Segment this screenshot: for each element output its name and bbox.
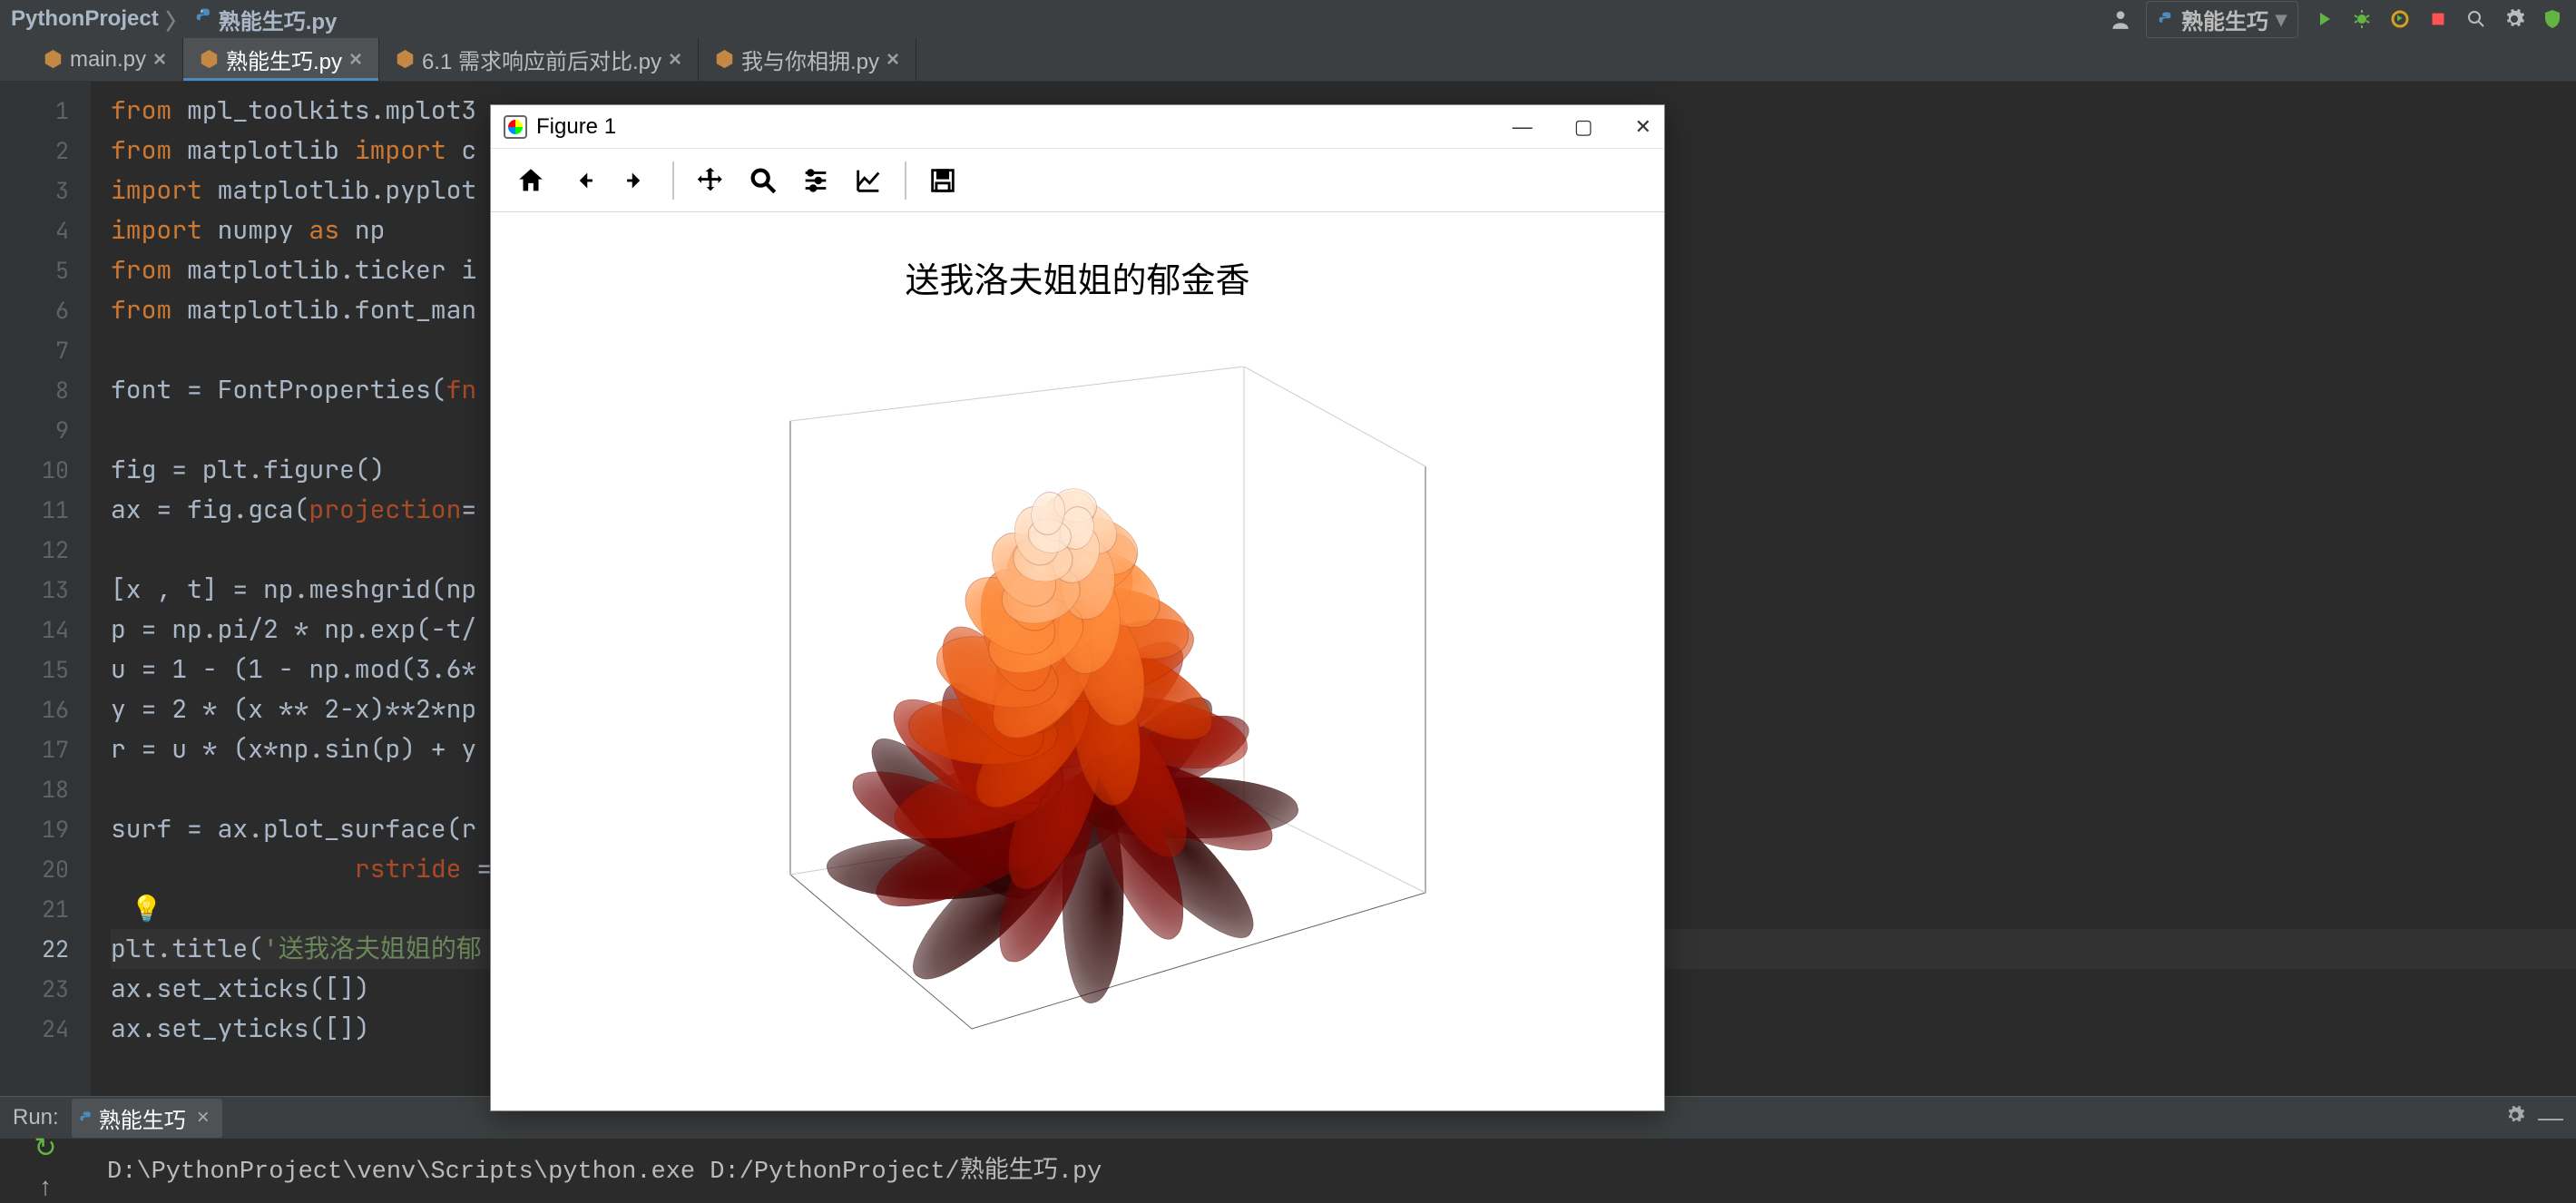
gear-icon[interactable] [2505,1105,2525,1131]
figure-window-title: Figure 1 [536,114,616,140]
tab-main[interactable]: ⬢ main.py × [27,38,183,81]
python-file-icon: ⬢ [44,46,63,73]
run-toolwindow-title: Run: [13,1105,59,1130]
forward-icon[interactable] [612,157,660,204]
tab-other[interactable]: ⬢ 我与你相拥.py × [699,38,916,81]
tab-compare[interactable]: ⬢ 6.1 需求响应前后对比.py × [379,38,699,81]
tab-current[interactable]: ⬢ 熟能生巧.py × [183,38,379,81]
close-icon[interactable]: × [886,47,899,73]
pan-icon[interactable] [687,157,734,204]
figure-toolbar [491,149,1664,212]
save-icon[interactable] [919,157,966,204]
debug-icon[interactable] [2349,6,2375,32]
gutter[interactable]: 1234567 891011121314 15161718192021 2223… [0,82,91,1096]
search-icon[interactable] [2463,6,2489,32]
python-file-icon [195,6,213,32]
console-output: D:\PythonProject\venv\Scripts\python.exe… [91,1149,1102,1186]
axes-icon[interactable] [845,157,892,204]
close-icon[interactable]: × [153,47,166,73]
close-icon[interactable]: × [349,47,362,73]
run-config-selector[interactable]: 熟能生巧 ▾ [2146,1,2298,38]
rose-surface [799,448,1326,956]
rerun-icon[interactable]: ↻ [34,1132,56,1166]
matplotlib-window[interactable]: Figure 1 — ▢ ✕ 送我洛夫姐姐的郁金香 [490,104,1665,1111]
settings-icon[interactable] [2502,6,2527,32]
back-icon[interactable] [560,157,607,204]
close-icon[interactable]: × [669,47,681,73]
home-icon[interactable] [507,157,554,204]
python-file-icon: ⬢ [200,46,219,73]
breadcrumb-file[interactable]: 熟能生巧.py [219,4,338,35]
figure-canvas[interactable]: 送我洛夫姐姐的郁金香 [491,212,1664,1110]
figure-titlebar[interactable]: Figure 1 — ▢ ✕ [491,105,1664,149]
python-file-icon: ⬢ [715,46,734,73]
run-icon[interactable] [2311,6,2336,32]
maximize-icon[interactable]: ▢ [1574,115,1593,139]
subplots-icon[interactable] [792,157,839,204]
top-navbar: PythonProject 〉 熟能生巧.py 熟能生巧 ▾ [0,0,2576,38]
run-config-chip[interactable]: 熟能生巧 × [72,1099,222,1138]
shield-icon[interactable] [2540,6,2565,32]
minimize-icon[interactable]: — [1513,115,1533,139]
scroll-top-icon[interactable]: ↑ [38,1175,54,1203]
breadcrumb-sep: 〉 [166,4,188,35]
plot-title: 送我洛夫姐姐的郁金香 [491,252,1664,302]
close-icon[interactable]: ✕ [1635,115,1651,139]
zoom-icon[interactable] [739,157,787,204]
user-icon[interactable] [2108,6,2133,32]
navbar-right: 熟能生巧 ▾ [2108,1,2565,38]
run-console[interactable]: ↻ ↑ D:\PythonProject\venv\Scripts\python… [0,1139,2576,1197]
coverage-icon[interactable] [2387,6,2413,32]
matplotlib-logo-icon [504,115,527,139]
breadcrumb-project[interactable]: PythonProject [11,6,159,32]
minimize-icon[interactable]: — [2538,1103,2563,1132]
stop-icon[interactable] [2425,6,2451,32]
editor-tabs: ⬢ main.py × ⬢ 熟能生巧.py × ⬢ 6.1 需求响应前后对比.p… [0,38,2576,82]
python-file-icon: ⬢ [396,46,415,73]
